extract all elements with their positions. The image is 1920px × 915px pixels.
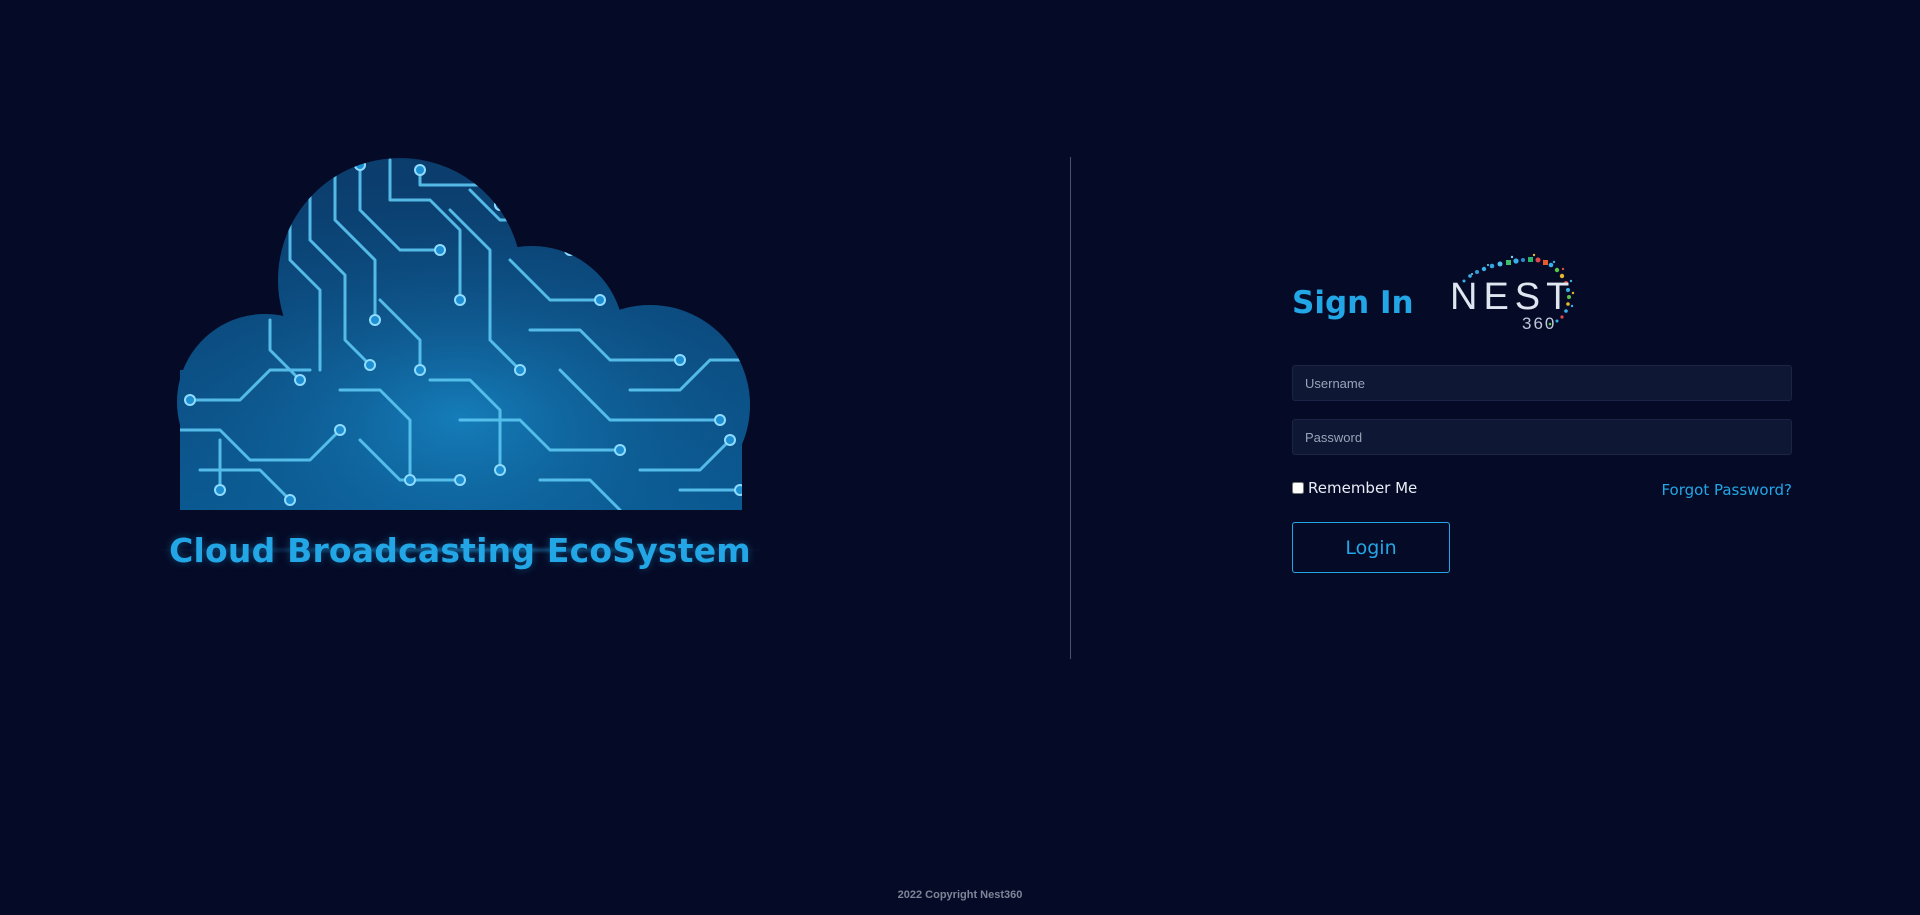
signin-header: Sign In NEST 360 xyxy=(1292,245,1792,345)
password-input[interactable] xyxy=(1292,419,1792,455)
forgot-password-link[interactable]: Forgot Password? xyxy=(1661,481,1792,499)
signin-title: Sign In xyxy=(1292,285,1414,321)
nest360-logo: NEST 360 xyxy=(1450,253,1575,333)
remember-me-checkbox[interactable] xyxy=(1292,482,1304,494)
hero-section: Cloud Broadcasting EcoSystem xyxy=(160,140,760,580)
signin-panel: Sign In NEST 360 Username Remember Me Fo… xyxy=(1292,245,1792,573)
vertical-divider xyxy=(1070,157,1071,659)
remember-me-label: Remember Me xyxy=(1308,479,1418,497)
logo-word: NEST xyxy=(1450,276,1575,318)
footer-copyright: 2022 Copyright Nest360 xyxy=(897,889,1023,901)
login-page: Cloud Broadcasting EcoSystem Sign In NES… xyxy=(0,0,1920,915)
username-input[interactable] xyxy=(1292,365,1792,401)
logo-sub: 360 xyxy=(1522,314,1556,333)
tagline-container: Cloud Broadcasting EcoSystem xyxy=(160,520,760,580)
hero-tagline: Cloud Broadcasting EcoSystem xyxy=(169,530,751,570)
circuit-cloud-icon xyxy=(177,158,750,510)
login-button[interactable]: Login xyxy=(1292,522,1450,573)
signin-options-row: Remember Me Forgot Password? xyxy=(1292,473,1792,503)
remember-me[interactable]: Remember Me xyxy=(1292,479,1417,497)
